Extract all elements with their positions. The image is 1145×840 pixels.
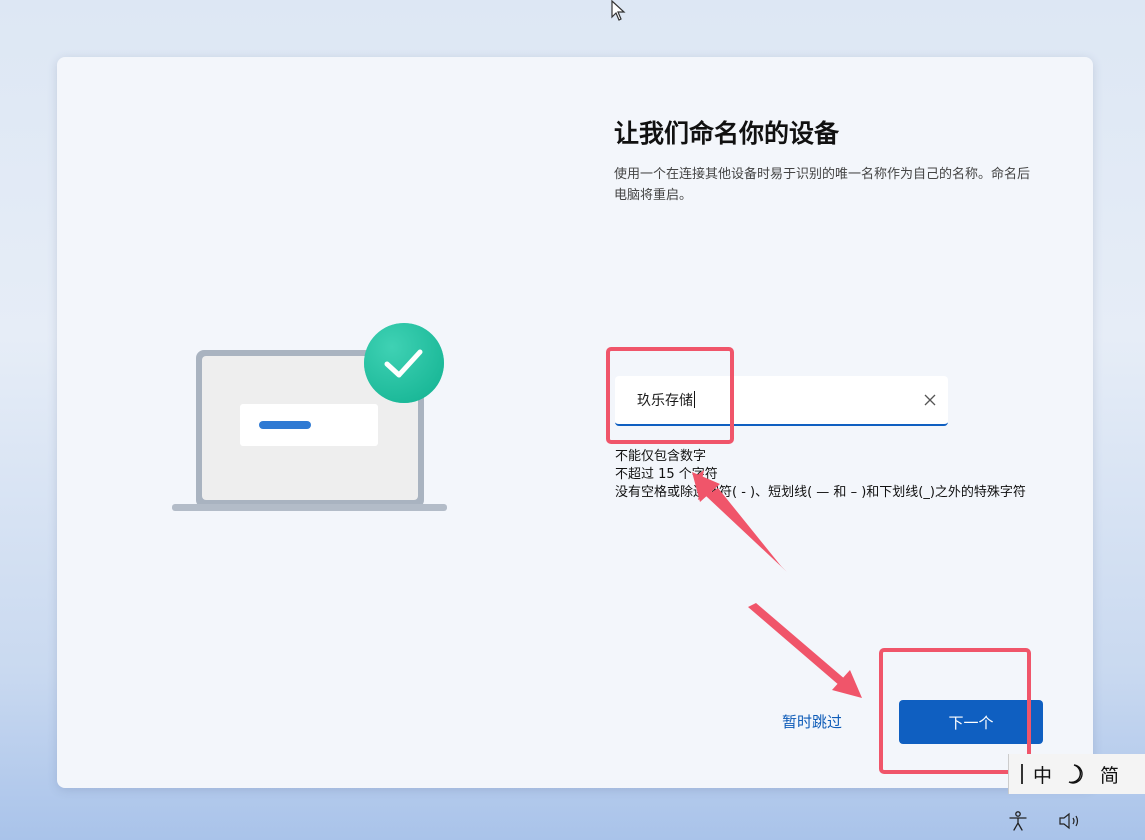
ime-toolbar: 中 简 [1008,754,1145,794]
rule-item: 不超过 15 个字符 [615,467,718,482]
ime-language-toggle[interactable]: 中 [1033,761,1052,788]
rule-item: 没有空格或除连字符( - )、短划线( — 和 – )和下划线(_)之外的特殊字… [615,485,1026,500]
mouse-cursor-icon [611,0,626,21]
ime-mode-toggle[interactable]: 简 [1100,761,1119,788]
rule-item: 不能仅包含数字 [615,449,707,464]
ime-handle[interactable] [1021,764,1023,784]
page-description: 使用一个在连接其他设备时易于识别的唯一名称作为自己的名称。命名后电脑将重启。 [614,167,1031,203]
name-rules: 不能仅包含数字 不超过 15 个字符 没有空格或除连字符( - )、短划线( —… [615,448,1055,502]
laptop-illustration [172,323,447,511]
page-title: 让我们命名你的设备 [614,119,840,148]
volume-icon[interactable] [1058,812,1084,830]
moon-icon[interactable] [1066,763,1086,785]
checkmark-icon [364,323,444,403]
annotation-highlight-input [606,347,734,444]
accessibility-icon[interactable] [1007,810,1029,832]
close-icon[interactable] [922,392,938,408]
skip-link[interactable]: 暂时跳过 [782,711,842,732]
